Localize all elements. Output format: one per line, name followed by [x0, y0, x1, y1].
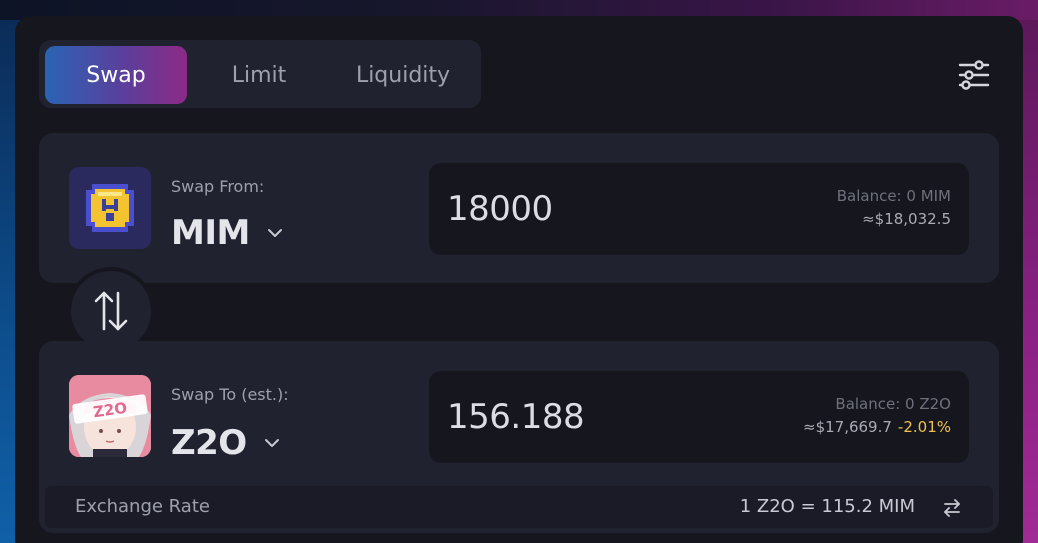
tab-swap[interactable]: Swap [45, 46, 187, 104]
swap-from-card: Swap From: MIM 18000 Balance: 0 MIM ≈$18… [39, 133, 999, 283]
swap-horizontal-arrows-icon[interactable] [941, 497, 963, 519]
swap-vertical-arrows-icon [94, 291, 128, 331]
exchange-rate-bar: Exchange Rate 1 Z2O = 115.2 MIM [45, 486, 993, 528]
exchange-rate-label: Exchange Rate [75, 496, 210, 517]
from-amount-value: 18000 [447, 189, 553, 229]
to-token-symbol: Z2O [171, 423, 247, 463]
to-token-selector[interactable]: Z2O [171, 423, 281, 463]
from-amount-input[interactable]: 18000 Balance: 0 MIM ≈$18,032.5 [429, 163, 969, 255]
from-token-selector[interactable]: MIM [171, 213, 284, 253]
to-usd-value: ≈$17,669.7 [803, 418, 892, 436]
flip-button-inner [71, 271, 151, 351]
chevron-down-icon [267, 229, 282, 237]
mim-token-icon [69, 167, 151, 249]
z2o-token-icon: Z2O [69, 375, 151, 457]
from-usd-value: ≈$18,032.5 [862, 210, 951, 228]
swap-panel: Swap Limit Liquidity Swap From: MIM 1800… [15, 16, 1023, 543]
sliders-icon [958, 60, 990, 90]
to-usd-line: ≈$17,669.7 -2.01% [803, 418, 951, 436]
to-amount-input[interactable]: 156.188 Balance: 0 Z2O ≈$17,669.7 -2.01% [429, 371, 969, 463]
from-balance: Balance: 0 MIM [836, 187, 951, 205]
chevron-down-icon [264, 439, 279, 447]
swap-to-card: Z2O Swap To (est.): Z2O 156.188 Balance:… [39, 341, 999, 533]
swap-to-label: Swap To (est.): [171, 385, 289, 404]
to-balance: Balance: 0 Z2O [835, 395, 951, 413]
tab-limit[interactable]: Limit [187, 46, 331, 104]
price-impact: -2.01% [897, 418, 951, 436]
tab-liquidity[interactable]: Liquidity [331, 46, 475, 104]
mode-tabs: Swap Limit Liquidity [39, 40, 481, 108]
to-amount-value: 156.188 [447, 397, 585, 437]
swap-from-label: Swap From: [171, 177, 265, 196]
exchange-rate-value: 1 Z2O = 115.2 MIM [739, 496, 915, 517]
settings-button[interactable] [954, 55, 994, 95]
from-token-symbol: MIM [171, 213, 250, 253]
